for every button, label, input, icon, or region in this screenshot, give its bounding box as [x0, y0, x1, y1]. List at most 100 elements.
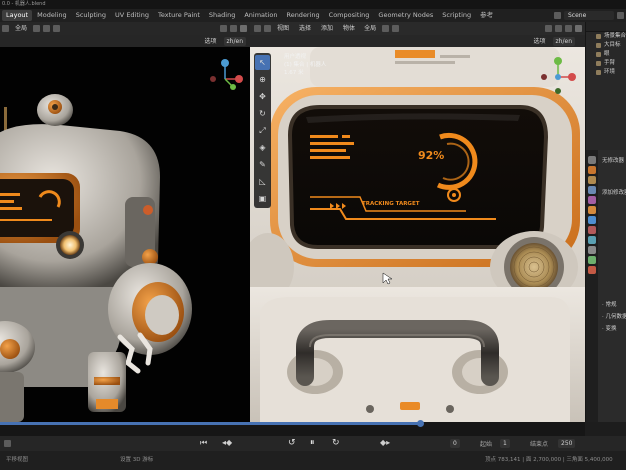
workspace-tab-0[interactable]: Layout: [2, 10, 33, 21]
jump-key-back-icon[interactable]: ◂◆: [222, 438, 232, 447]
timeline-editor-icon[interactable]: [4, 440, 11, 447]
viewport-menu-item-1[interactable]: 选择: [296, 24, 314, 33]
left-nav-gizmo[interactable]: [205, 59, 245, 99]
timeline-strip[interactable]: [0, 420, 585, 436]
playback-bar: ⏮ ◂◆ ↺ ⏸ ↻ ◆▸ 0 起始 1 结束点 250: [0, 436, 626, 451]
robot-closeup-image: 92% TRACKING TARGET: [250, 47, 585, 422]
scale-tool[interactable]: ⤢: [255, 123, 270, 138]
right-3d-viewport[interactable]: 92% TRACKING TARGET 用户透视 (1) 集合 | 机器人 1.…: [250, 47, 585, 422]
left-transform-orientation[interactable]: 全局: [12, 24, 30, 33]
cursor-tool[interactable]: ⊕: [255, 72, 270, 87]
scene-field[interactable]: Scene: [564, 11, 614, 20]
object-mode-icon[interactable]: [264, 25, 271, 32]
timeline-scrub-handle[interactable]: [417, 420, 424, 427]
move-tool[interactable]: ✥: [255, 89, 270, 104]
scene-selector: Scene: [554, 10, 624, 21]
outliner-tree: 场景集合 大目标眼手臂 环境: [586, 32, 626, 77]
workspace-tab-11[interactable]: 参考: [476, 10, 497, 21]
view-layer-props-tab[interactable]: [588, 186, 596, 194]
modifier-props-tab[interactable]: [588, 216, 596, 224]
viewport-menu-item-3[interactable]: 物体: [340, 24, 358, 33]
proportional-edit-icon[interactable]: [392, 25, 400, 32]
view-layer-icon[interactable]: [617, 12, 624, 19]
workspace-tab-3[interactable]: UV Editing: [111, 10, 153, 21]
prop-row-4[interactable]: · 变换: [602, 324, 617, 332]
object-props-tab[interactable]: [588, 206, 596, 214]
timeline-scrub-bar[interactable]: [0, 422, 420, 425]
outliner-row-2[interactable]: 眼: [586, 50, 626, 59]
editor-type-icon[interactable]: [2, 25, 9, 32]
start-frame-field[interactable]: 1: [500, 439, 510, 448]
snap-icon[interactable]: [382, 25, 390, 32]
rotate-tool[interactable]: ↻: [255, 106, 270, 121]
viewport-menu: 视图 选择 添加 物体: [274, 24, 358, 33]
shading-render-icon[interactable]: [240, 25, 247, 32]
outliner-row-3[interactable]: 手臂: [586, 59, 626, 68]
annotate-tool[interactable]: ✎: [255, 157, 270, 172]
right-viewport-header: 视图 选择 添加 物体 全局: [250, 22, 585, 35]
outliner-row-1[interactable]: 大目标: [586, 41, 626, 50]
workspace-tab-10[interactable]: Scripting: [438, 10, 475, 21]
workspace-tab-9[interactable]: Geometry Nodes: [374, 10, 437, 21]
physics-props-tab[interactable]: [588, 236, 596, 244]
outliner-row-0[interactable]: 场景集合: [586, 32, 626, 41]
particles-props-tab[interactable]: [588, 226, 596, 234]
prop-row-0: 无修改器: [602, 158, 625, 164]
data-props-tab[interactable]: [588, 256, 596, 264]
output-props-tab[interactable]: [588, 176, 596, 184]
play-icon[interactable]: ↻: [332, 438, 340, 448]
editor-type-icon[interactable]: [254, 25, 261, 32]
left-options-label[interactable]: 选项: [202, 37, 220, 46]
title-bar: 0.0 - 机器人.blend: [0, 0, 626, 9]
constraints-props-tab[interactable]: [588, 246, 596, 254]
measure-tool[interactable]: ◺: [255, 174, 270, 189]
shading-solid-icon[interactable]: [565, 25, 572, 32]
workspace-tab-5[interactable]: Shading: [205, 10, 239, 21]
add-cube-tool[interactable]: ▣: [255, 191, 270, 206]
pause-icon[interactable]: ⏸: [310, 438, 315, 448]
jump-start-icon[interactable]: ⏮: [200, 438, 207, 448]
workspace-tab-6[interactable]: Animation: [240, 10, 281, 21]
prop-row-1[interactable]: 添加修改器: [602, 188, 626, 196]
right-options-label[interactable]: 选项: [531, 37, 549, 46]
workspace-tab-1[interactable]: Modeling: [33, 10, 71, 21]
workspace-tab-7[interactable]: Rendering: [282, 10, 323, 21]
overlay-line-view: 用户透视: [284, 54, 307, 60]
right-viewport-subheader: 选项 zh/en: [250, 35, 585, 47]
pivot-icon[interactable]: [33, 25, 41, 32]
left-viewport-header: 全局: [0, 22, 250, 35]
workspace-tab-8[interactable]: Compositing: [325, 10, 374, 21]
overlay-icon[interactable]: [220, 25, 227, 32]
overlay-line-scale: 1.67 米: [284, 70, 304, 76]
xray-icon[interactable]: [555, 25, 562, 32]
jump-key-forward-icon[interactable]: ◆▸: [380, 438, 390, 447]
render-props-tab[interactable]: [588, 166, 596, 174]
tool-props-tab[interactable]: [588, 156, 596, 164]
scene-props-tab[interactable]: [588, 196, 596, 204]
left-lang-toggle[interactable]: zh/en: [223, 36, 246, 46]
current-frame-field[interactable]: 0: [450, 439, 460, 448]
viewport-menu-item-2[interactable]: 添加: [318, 24, 336, 33]
end-frame-field[interactable]: 250: [558, 439, 576, 448]
proportional-edit-icon[interactable]: [53, 25, 61, 32]
shading-material-icon[interactable]: [575, 25, 582, 32]
overlay-icon[interactable]: [545, 25, 552, 32]
prop-row-3[interactable]: · 几何数据: [602, 312, 626, 320]
status-bar: 平移视图 设置 3D 游标 顶点 783,141 | 面 2,700,000 |…: [0, 451, 626, 470]
left-render-viewport[interactable]: [0, 47, 250, 422]
right-transform-orientation[interactable]: 全局: [361, 24, 379, 33]
play-reverse-icon[interactable]: ↺: [288, 438, 296, 448]
outliner-row-4[interactable]: 环境: [586, 68, 626, 77]
right-nav-gizmo[interactable]: [538, 57, 578, 97]
workspace-tab-2[interactable]: Sculpting: [72, 10, 110, 21]
prop-row-2[interactable]: · 常规: [602, 300, 617, 308]
material-props-tab[interactable]: [588, 266, 596, 274]
transform-tool[interactable]: ◈: [255, 140, 270, 155]
select-box-tool[interactable]: ↖: [255, 55, 270, 70]
viewport-menu-item-0[interactable]: 视图: [274, 24, 292, 33]
snap-icon[interactable]: [43, 25, 51, 32]
workspace-tab-4[interactable]: Texture Paint: [154, 10, 204, 21]
shading-solid-icon[interactable]: [230, 25, 237, 32]
overlay-line-collection: (1) 集合 | 机器人: [284, 62, 327, 68]
right-lang-toggle[interactable]: zh/en: [552, 36, 575, 46]
